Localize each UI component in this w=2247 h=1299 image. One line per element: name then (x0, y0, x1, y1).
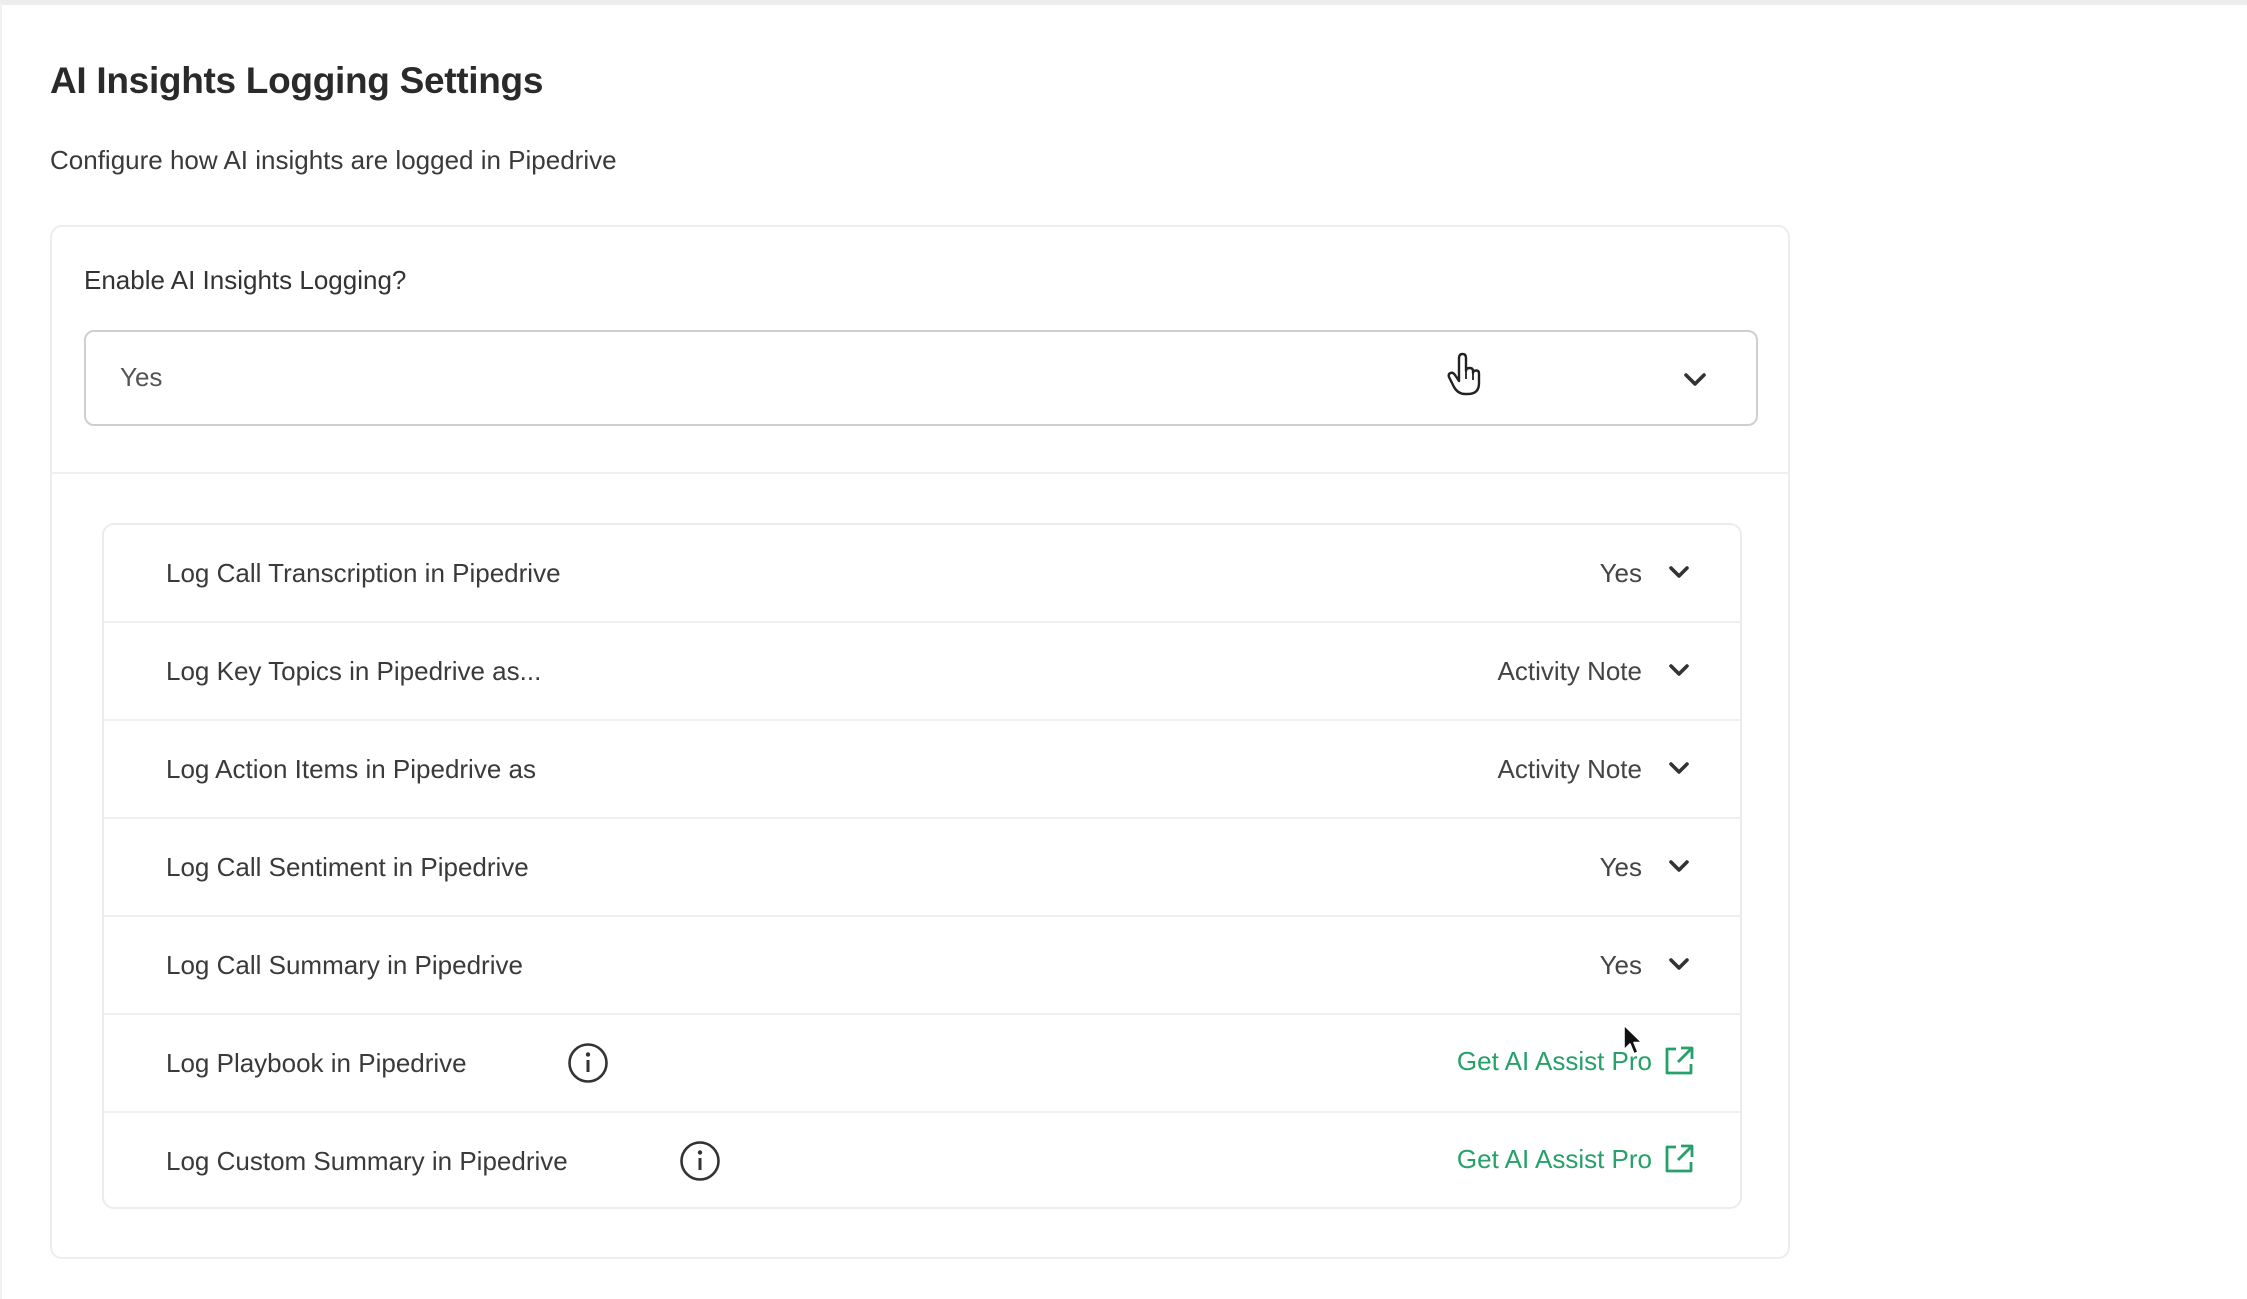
enable-logging-select[interactable]: Yes (84, 330, 1758, 426)
option-label: Log Action Items in Pipedrive as (166, 754, 536, 784)
arrow-cursor-icon (1623, 1024, 1643, 1055)
option-value: Yes (1599, 949, 1642, 980)
option-row-call-summary: Log Call Summary in Pipedrive Yes (104, 917, 1740, 1015)
option-label: Log Custom Summary in Pipedrive (166, 1146, 568, 1176)
option-value: Activity Note (1497, 753, 1643, 784)
get-ai-assist-pro-link[interactable]: Get AI Assist Pro (1457, 1044, 1696, 1078)
option-label: Log Call Summary in Pipedrive (166, 950, 523, 980)
hand-cursor-icon (1447, 352, 1481, 396)
get-ai-assist-pro-link[interactable]: Get AI Assist Pro (1457, 1142, 1696, 1176)
enable-section: Enable AI Insights Logging? Yes (52, 227, 1788, 474)
chevron-down-icon (1669, 762, 1689, 774)
chevron-down-icon (1669, 664, 1689, 676)
info-icon[interactable] (678, 1139, 722, 1183)
logging-options-list: Log Call Transcription in Pipedrive Yes … (102, 523, 1742, 1209)
option-row-key-topics: Log Key Topics in Pipedrive as... Activi… (104, 623, 1740, 721)
option-row-playbook: Log Playbook in Pipedrive Get AI Assist … (104, 1015, 1740, 1113)
option-select[interactable]: Activity Note (1498, 751, 1693, 787)
chevron-down-icon (1684, 373, 1706, 386)
option-row-call-sentiment: Log Call Sentiment in Pipedrive Yes (104, 819, 1740, 917)
option-row-custom-summary: Log Custom Summary in Pipedrive Get AI A… (104, 1113, 1740, 1207)
option-value: Yes (1599, 557, 1642, 588)
page-title: AI Insights Logging Settings (50, 60, 544, 101)
upgrade-link-text: Get AI Assist Pro (1456, 1143, 1652, 1174)
option-value: Activity Note (1497, 655, 1643, 686)
settings-page: AI Insights Logging Settings Configure h… (0, 0, 2247, 1299)
option-label: Log Call Transcription in Pipedrive (166, 558, 561, 588)
option-select[interactable]: Yes (1600, 947, 1692, 983)
chevron-down-icon (1669, 860, 1689, 872)
option-value: Yes (1599, 851, 1642, 882)
option-row-action-items: Log Action Items in Pipedrive as Activit… (104, 721, 1740, 819)
chevron-down-icon (1669, 566, 1689, 578)
settings-card: Enable AI Insights Logging? Yes Log Call… (50, 225, 1790, 1259)
enable-logging-label: Enable AI Insights Logging? (84, 265, 407, 295)
option-select[interactable]: Yes (1600, 555, 1692, 591)
option-select[interactable]: Activity Note (1498, 653, 1693, 689)
enable-logging-value: Yes (120, 362, 163, 392)
info-icon[interactable] (566, 1041, 610, 1085)
option-row-call-transcription: Log Call Transcription in Pipedrive Yes (104, 525, 1740, 623)
page-subtitle: Configure how AI insights are logged in … (50, 145, 617, 175)
chevron-down-icon (1669, 958, 1689, 970)
external-link-icon (1665, 1046, 1694, 1075)
option-select[interactable]: Yes (1600, 849, 1692, 885)
external-link-icon (1665, 1144, 1694, 1173)
option-label: Log Call Sentiment in Pipedrive (166, 852, 529, 882)
option-label: Log Key Topics in Pipedrive as... (166, 656, 542, 686)
option-label: Log Playbook in Pipedrive (166, 1048, 467, 1078)
